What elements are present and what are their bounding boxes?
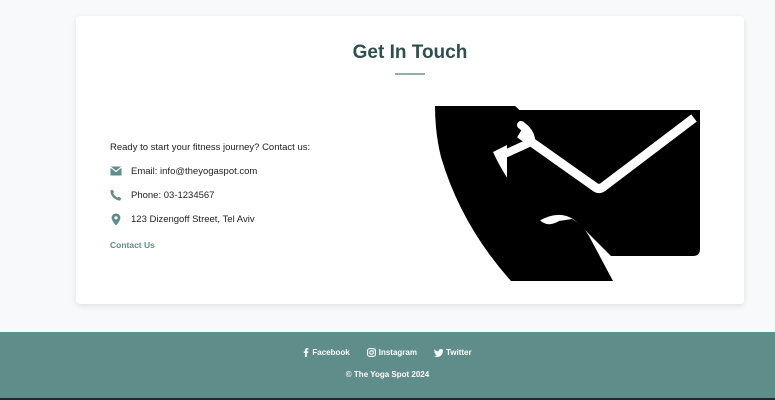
twitter-label: Twitter <box>445 348 472 357</box>
twitter-link[interactable]: Twitter <box>433 348 472 357</box>
section-title: Get In Touch <box>352 42 468 63</box>
address-text: 123 Dizengoff Street, Tel Aviv <box>131 213 255 225</box>
instagram-label: Instagram <box>378 348 417 357</box>
phone-envelope-illustration <box>435 106 700 281</box>
title-underline <box>395 73 425 75</box>
phone-row: Phone: 03-1234567 <box>110 187 214 203</box>
contact-intro: Ready to start your fitness journey? Con… <box>110 142 311 153</box>
contact-us-link[interactable]: Contact Us <box>110 240 155 250</box>
twitter-icon <box>433 348 443 357</box>
address-row: 123 Dizengoff Street, Tel Aviv <box>110 211 255 227</box>
email-row: Email: info@theyogaspot.com <box>110 163 257 179</box>
facebook-link[interactable]: Facebook <box>303 348 350 357</box>
social-links: Facebook Instagram Twitter <box>0 348 775 357</box>
instagram-link[interactable]: Instagram <box>366 348 417 357</box>
phone-text[interactable]: Phone: 03-1234567 <box>131 190 214 201</box>
envelope-icon <box>110 165 122 177</box>
instagram-icon <box>366 348 376 357</box>
map-marker-icon <box>110 213 122 225</box>
copyright-text: © The Yoga Spot 2024 <box>345 370 430 379</box>
facebook-icon <box>303 348 309 357</box>
contact-card: Get In Touch Ready to start your fitness… <box>76 16 744 304</box>
phone-icon <box>110 189 122 201</box>
email-text[interactable]: Email: info@theyogaspot.com <box>131 166 257 177</box>
facebook-label: Facebook <box>312 348 350 357</box>
site-footer: Facebook Instagram Twitter © The Yoga Sp… <box>0 332 775 398</box>
